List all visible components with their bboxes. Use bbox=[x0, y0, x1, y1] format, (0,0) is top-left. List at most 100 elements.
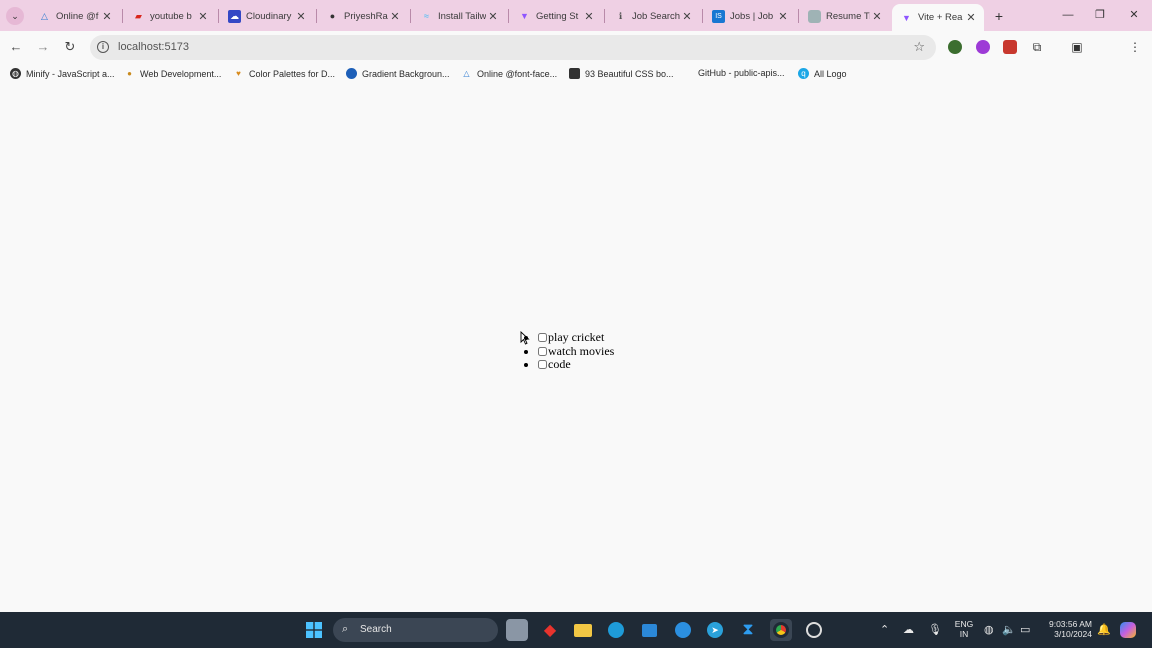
page-content: play cricket watch movies code bbox=[0, 86, 1152, 612]
close-icon[interactable]: ✕ bbox=[294, 10, 308, 23]
bookmark-item[interactable]: Gradient Backgroun... bbox=[346, 68, 450, 79]
back-icon[interactable]: ← bbox=[6, 37, 26, 57]
tailwind-icon: ≈ bbox=[424, 11, 429, 21]
bookmark-item[interactable]: ● Web Development... bbox=[124, 68, 221, 79]
language-indicator[interactable]: ENG IN bbox=[954, 612, 974, 648]
restore-icon[interactable]: ❐ bbox=[1085, 5, 1115, 25]
taskbar-search[interactable]: ⌕ Search bbox=[333, 618, 498, 642]
todo-item: play cricket bbox=[538, 330, 614, 345]
close-icon[interactable]: ✕ bbox=[680, 10, 694, 23]
bookmark-item[interactable]: ◍ Minify - JavaScript a... bbox=[10, 68, 115, 79]
dot-icon: ● bbox=[127, 69, 132, 78]
close-icon[interactable]: ✕ bbox=[582, 10, 596, 23]
todo-item: watch movies bbox=[538, 343, 615, 359]
search-logo-icon: q bbox=[798, 68, 809, 79]
close-icon[interactable]: ✕ bbox=[964, 11, 978, 24]
tab-search-button[interactable]: ⌄ bbox=[6, 7, 24, 25]
extension-icon[interactable] bbox=[976, 40, 990, 54]
windows-start-icon[interactable] bbox=[303, 619, 325, 641]
chevron-up-icon[interactable]: ⌃ bbox=[880, 623, 889, 636]
app-timer-icon[interactable] bbox=[803, 619, 825, 641]
windows-taskbar: ⌕ Search ◆ ➤ ⧗ ⌃ ☁ 🎙 ENG IN ◍ 🔈 ▭ 9:03:5… bbox=[0, 612, 1152, 648]
close-icon[interactable]: ✕ bbox=[388, 10, 402, 23]
todo-label: code bbox=[548, 357, 571, 372]
address-bar[interactable]: i localhost:5173 ☆ bbox=[90, 35, 936, 60]
extension-icon[interactable] bbox=[1003, 40, 1017, 54]
palette-icon: ♥ bbox=[236, 69, 241, 78]
close-window-icon[interactable]: ✕ bbox=[1119, 5, 1149, 25]
bookmarks-bar: ◍ Minify - JavaScript a... ● Web Develop… bbox=[0, 64, 1152, 86]
bookmark-star-icon[interactable]: ☆ bbox=[913, 39, 925, 55]
telegram-icon[interactable]: ➤ bbox=[704, 619, 726, 641]
close-icon[interactable]: ✕ bbox=[196, 10, 210, 23]
tab-10-active[interactable]: ▼ Vite + Rea ✕ bbox=[892, 4, 984, 31]
tab-strip: ⌄ △ Online @f ✕ ▰ youtube b ✕ ☁ Cloudina… bbox=[0, 0, 1152, 31]
edge-icon[interactable] bbox=[605, 619, 627, 641]
todo-checkbox[interactable] bbox=[538, 346, 547, 356]
browser-toolbar: ← → ↻ i localhost:5173 ☆ ⧉ ▣ ⋮ bbox=[0, 31, 1152, 63]
close-icon[interactable]: ✕ bbox=[486, 10, 500, 23]
bookmark-item[interactable]: △ Online @font-face... bbox=[461, 68, 557, 79]
battery-icon[interactable]: ▭ bbox=[1020, 623, 1030, 636]
bookmark-item[interactable]: 93 Beautiful CSS bo... bbox=[569, 68, 674, 79]
extension-icon[interactable] bbox=[948, 40, 962, 54]
gradient-icon bbox=[346, 68, 357, 79]
forward-icon[interactable]: → bbox=[33, 37, 53, 57]
triangle-icon: △ bbox=[463, 69, 470, 78]
url-text[interactable]: localhost:5173 bbox=[118, 41, 189, 53]
vite-icon: ▼ bbox=[520, 11, 529, 21]
task-view-icon[interactable] bbox=[506, 619, 528, 641]
tab-8[interactable]: IS Jobs | Job ✕ bbox=[704, 4, 796, 28]
bookmark-item[interactable]: ♥ Color Palettes for D... bbox=[233, 68, 335, 79]
todo-checkbox[interactable] bbox=[538, 333, 547, 342]
volume-icon[interactable]: 🔈 bbox=[1002, 623, 1016, 636]
tab-4[interactable]: ● PriyeshRai ✕ bbox=[318, 4, 408, 28]
todo-checkbox[interactable] bbox=[538, 360, 547, 370]
network-icon[interactable]: ◍ bbox=[984, 623, 994, 636]
side-panel-icon[interactable]: ▣ bbox=[1068, 38, 1086, 56]
youtube-bookmark-icon: ▰ bbox=[135, 10, 142, 21]
vite-icon: ▼ bbox=[902, 12, 911, 23]
menu-kebab-icon[interactable]: ⋮ bbox=[1126, 38, 1144, 56]
tab-3[interactable]: ☁ Cloudinary ✕ bbox=[220, 4, 314, 28]
close-icon[interactable]: ✕ bbox=[776, 10, 790, 23]
tab-7[interactable]: ℹ Job Search ✕ bbox=[606, 4, 700, 28]
vscode-icon[interactable]: ⧗ bbox=[737, 619, 759, 641]
globe-icon: ◍ bbox=[10, 68, 21, 79]
tab-1[interactable]: △ Online @f ✕ bbox=[30, 4, 120, 28]
tab-5[interactable]: ≈ Install Tailw ✕ bbox=[412, 4, 506, 28]
site-info-icon[interactable]: i bbox=[97, 41, 109, 53]
cloudinary-icon: ☁ bbox=[228, 9, 241, 23]
todo-item: code bbox=[538, 358, 614, 372]
globe-icon bbox=[808, 9, 821, 23]
notification-bell-icon[interactable]: 🔔 bbox=[1097, 623, 1111, 636]
microsoft-store-icon[interactable] bbox=[638, 619, 660, 641]
app-red-diamond-icon[interactable]: ◆ bbox=[539, 619, 561, 641]
github-icon: ● bbox=[329, 11, 336, 21]
cloud-icon[interactable]: ☁ bbox=[903, 623, 914, 636]
new-tab-button[interactable]: + bbox=[990, 7, 1008, 25]
bookmark-item[interactable]: GitHub - public-apis... bbox=[698, 68, 785, 78]
todo-label: watch movies bbox=[548, 343, 615, 358]
extensions-puzzle-icon[interactable]: ⧉ bbox=[1028, 38, 1046, 56]
file-explorer-icon[interactable] bbox=[572, 619, 594, 641]
minimize-icon[interactable]: — bbox=[1053, 5, 1083, 25]
chrome-icon[interactable] bbox=[770, 619, 792, 641]
info-icon: ℹ bbox=[618, 10, 623, 21]
tab-6[interactable]: ▼ Getting St ✕ bbox=[510, 4, 602, 28]
reload-icon[interactable]: ↻ bbox=[60, 37, 80, 57]
close-icon[interactable]: ✕ bbox=[870, 10, 884, 23]
microphone-icon[interactable]: 🎙 bbox=[928, 623, 942, 636]
close-icon[interactable]: ✕ bbox=[100, 10, 114, 23]
tab-2[interactable]: ▰ youtube b ✕ bbox=[124, 4, 216, 28]
css-icon bbox=[569, 68, 580, 79]
clock[interactable]: 9:03:56 AM 3/10/2024 bbox=[1040, 612, 1092, 648]
copilot-icon[interactable] bbox=[1118, 619, 1138, 641]
bookmark-item[interactable]: q All Logo bbox=[798, 68, 847, 79]
tab-9[interactable]: Resume Tr ✕ bbox=[800, 4, 890, 28]
is-logo-icon: IS bbox=[712, 9, 725, 23]
app-blue-circle-icon[interactable] bbox=[672, 619, 694, 641]
triangle-icon: △ bbox=[41, 10, 48, 21]
todo-label: play cricket bbox=[548, 330, 605, 344]
search-icon: ⌕ bbox=[342, 623, 349, 635]
